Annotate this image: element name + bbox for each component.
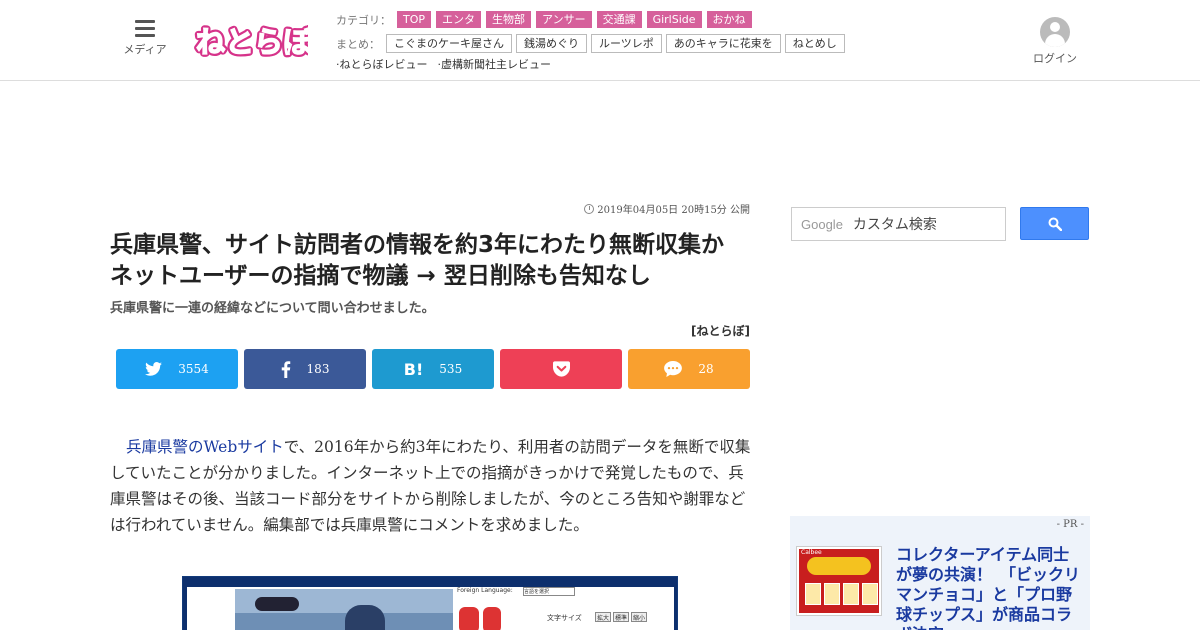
facebook-icon [281,360,291,378]
helicopter-icon [255,597,299,611]
category-label: カテゴリ： [336,13,391,27]
pocket-save-button[interactable] [500,349,622,389]
facebook-count: 183 [306,362,330,376]
category-koutsuka[interactable]: 交通課 [596,11,642,28]
search-icon [1048,217,1062,231]
matome-hanataba[interactable]: あのキャラに花束を [665,34,781,53]
search-placeholder: カスタム検索 [852,217,937,233]
matome-netomeshi[interactable]: ねとめし [784,34,845,53]
mascot-icon-2 [483,607,501,630]
matome-sento[interactable]: 銭湯めぐり [516,34,587,53]
image-police-banner [235,589,453,630]
pr-label: - PR - [1056,519,1084,530]
twitter-share-button[interactable]: 3554 [116,349,238,389]
category-enta[interactable]: エンタ [436,11,482,28]
hatena-count: 535 [439,362,463,376]
matome-koguma[interactable]: こぐまのケーキ屋さん [386,34,512,53]
login-button[interactable]: ログイン [1030,17,1080,66]
matome-roots[interactable]: ルーツレポ [591,34,662,53]
pr-product-image: Calbee [799,549,879,613]
publish-date: 2019年04月05日 20時15分 公開 [560,201,750,216]
pr-article-title-link[interactable]: コレクターアイテム同士が夢の共演！ 「ビックリマンチョコ」と「プロ野球チップス」… [896,545,1082,630]
image-language-select: 言語を選択 [523,587,575,596]
image-font-button-small: 縮小 [631,612,647,622]
review-nav: ·ねとらぼレビュー ·虚構新聞社主レビュー [336,56,561,72]
site-logo[interactable]: ねとらぼ ねとらぼ [193,14,316,64]
review-link-nelabo[interactable]: ·ねとらぼレビュー [336,56,428,72]
comment-count: 28 [698,362,714,376]
pr-thumbnail[interactable]: Calbee [796,546,882,616]
article-screenshot-image[interactable]: Foreign Language: 言語を選択 文字サイズ 拡大 標準 縮小 [182,576,678,630]
pr-ad-box: - PR - Calbee コレクターアイテム同士が夢の共演！ 「ビックリマンチ… [790,516,1090,630]
google-brand-label: Google [801,216,843,232]
article-title: 兵庫県警、サイト訪問者の情報を約3年にわたり無断収集か ネットユーザーの指摘で物… [110,232,748,289]
category-seibutsu[interactable]: 生物部 [486,11,532,28]
image-foreign-language-label: Foreign Language: [457,587,513,594]
hamburger-icon [135,20,155,37]
article-lead-paragraph: 兵庫県警のWebサイトで、2016年から約3年にわたり、利用者の訪問データを無断… [110,434,752,538]
category-answer[interactable]: アンサー [536,11,592,28]
hatena-bookmark-button[interactable]: B! 535 [372,349,494,389]
site-header: メディア ねとらぼ ねとらぼ カテゴリ： TOP エンタ 生物部 アンサー 交通… [0,0,1200,81]
logo-text: ねとらぼ [196,25,308,59]
comment-button[interactable]: 28 [628,349,750,389]
image-page-area: Foreign Language: 言語を選択 文字サイズ 拡大 標準 縮小 [187,587,674,630]
clock-icon [584,204,595,214]
matome-nav: まとめ： こぐまのケーキ屋さん 銭湯めぐり ルーツレポ あのキャラに花束を ねと… [336,34,849,53]
search-button[interactable] [1020,207,1089,240]
image-font-size-label: 文字サイズ [547,614,582,622]
review-link-kyoko[interactable]: ·虚構新聞社主レビュー [438,56,552,72]
category-okane[interactable]: おかね [706,11,752,28]
avatar-icon [1040,17,1070,47]
comment-icon [664,361,683,377]
pr-thumb-brand: Calbee [801,549,822,556]
category-top[interactable]: TOP [397,11,432,28]
hatena-bookmark-icon: B! [403,359,424,379]
article-source: [ねとらぼ] [691,324,750,338]
media-menu-button[interactable]: メディア [120,20,170,57]
matome-label: まとめ： [336,37,380,51]
nelabo-logo-icon: ねとらぼ ねとらぼ [193,22,316,62]
media-menu-label: メディア [123,43,167,56]
login-label: ログイン [1033,52,1077,65]
category-girlside[interactable]: GirlSide [646,11,702,28]
officer-figure [345,605,385,630]
article-subtitle: 兵庫県警に一連の経緯などについて問い合わせました。 [110,301,435,316]
custom-search-input[interactable]: Google カスタム検索 [791,207,1006,241]
publish-date-text: 2019年04月05日 20時15分 公開 [597,205,750,216]
facebook-share-button[interactable]: 183 [244,349,366,389]
twitter-icon [145,362,163,376]
hyogo-police-website-link[interactable]: 兵庫県警のWebサイト [126,438,284,456]
twitter-count: 3554 [178,362,209,376]
mascot-icon [459,607,479,630]
pocket-icon [552,361,570,377]
image-font-button-large: 拡大 [595,612,611,622]
image-font-button-normal: 標準 [613,612,629,622]
category-nav: カテゴリ： TOP エンタ 生物部 アンサー 交通課 GirlSide おかね [336,11,757,28]
